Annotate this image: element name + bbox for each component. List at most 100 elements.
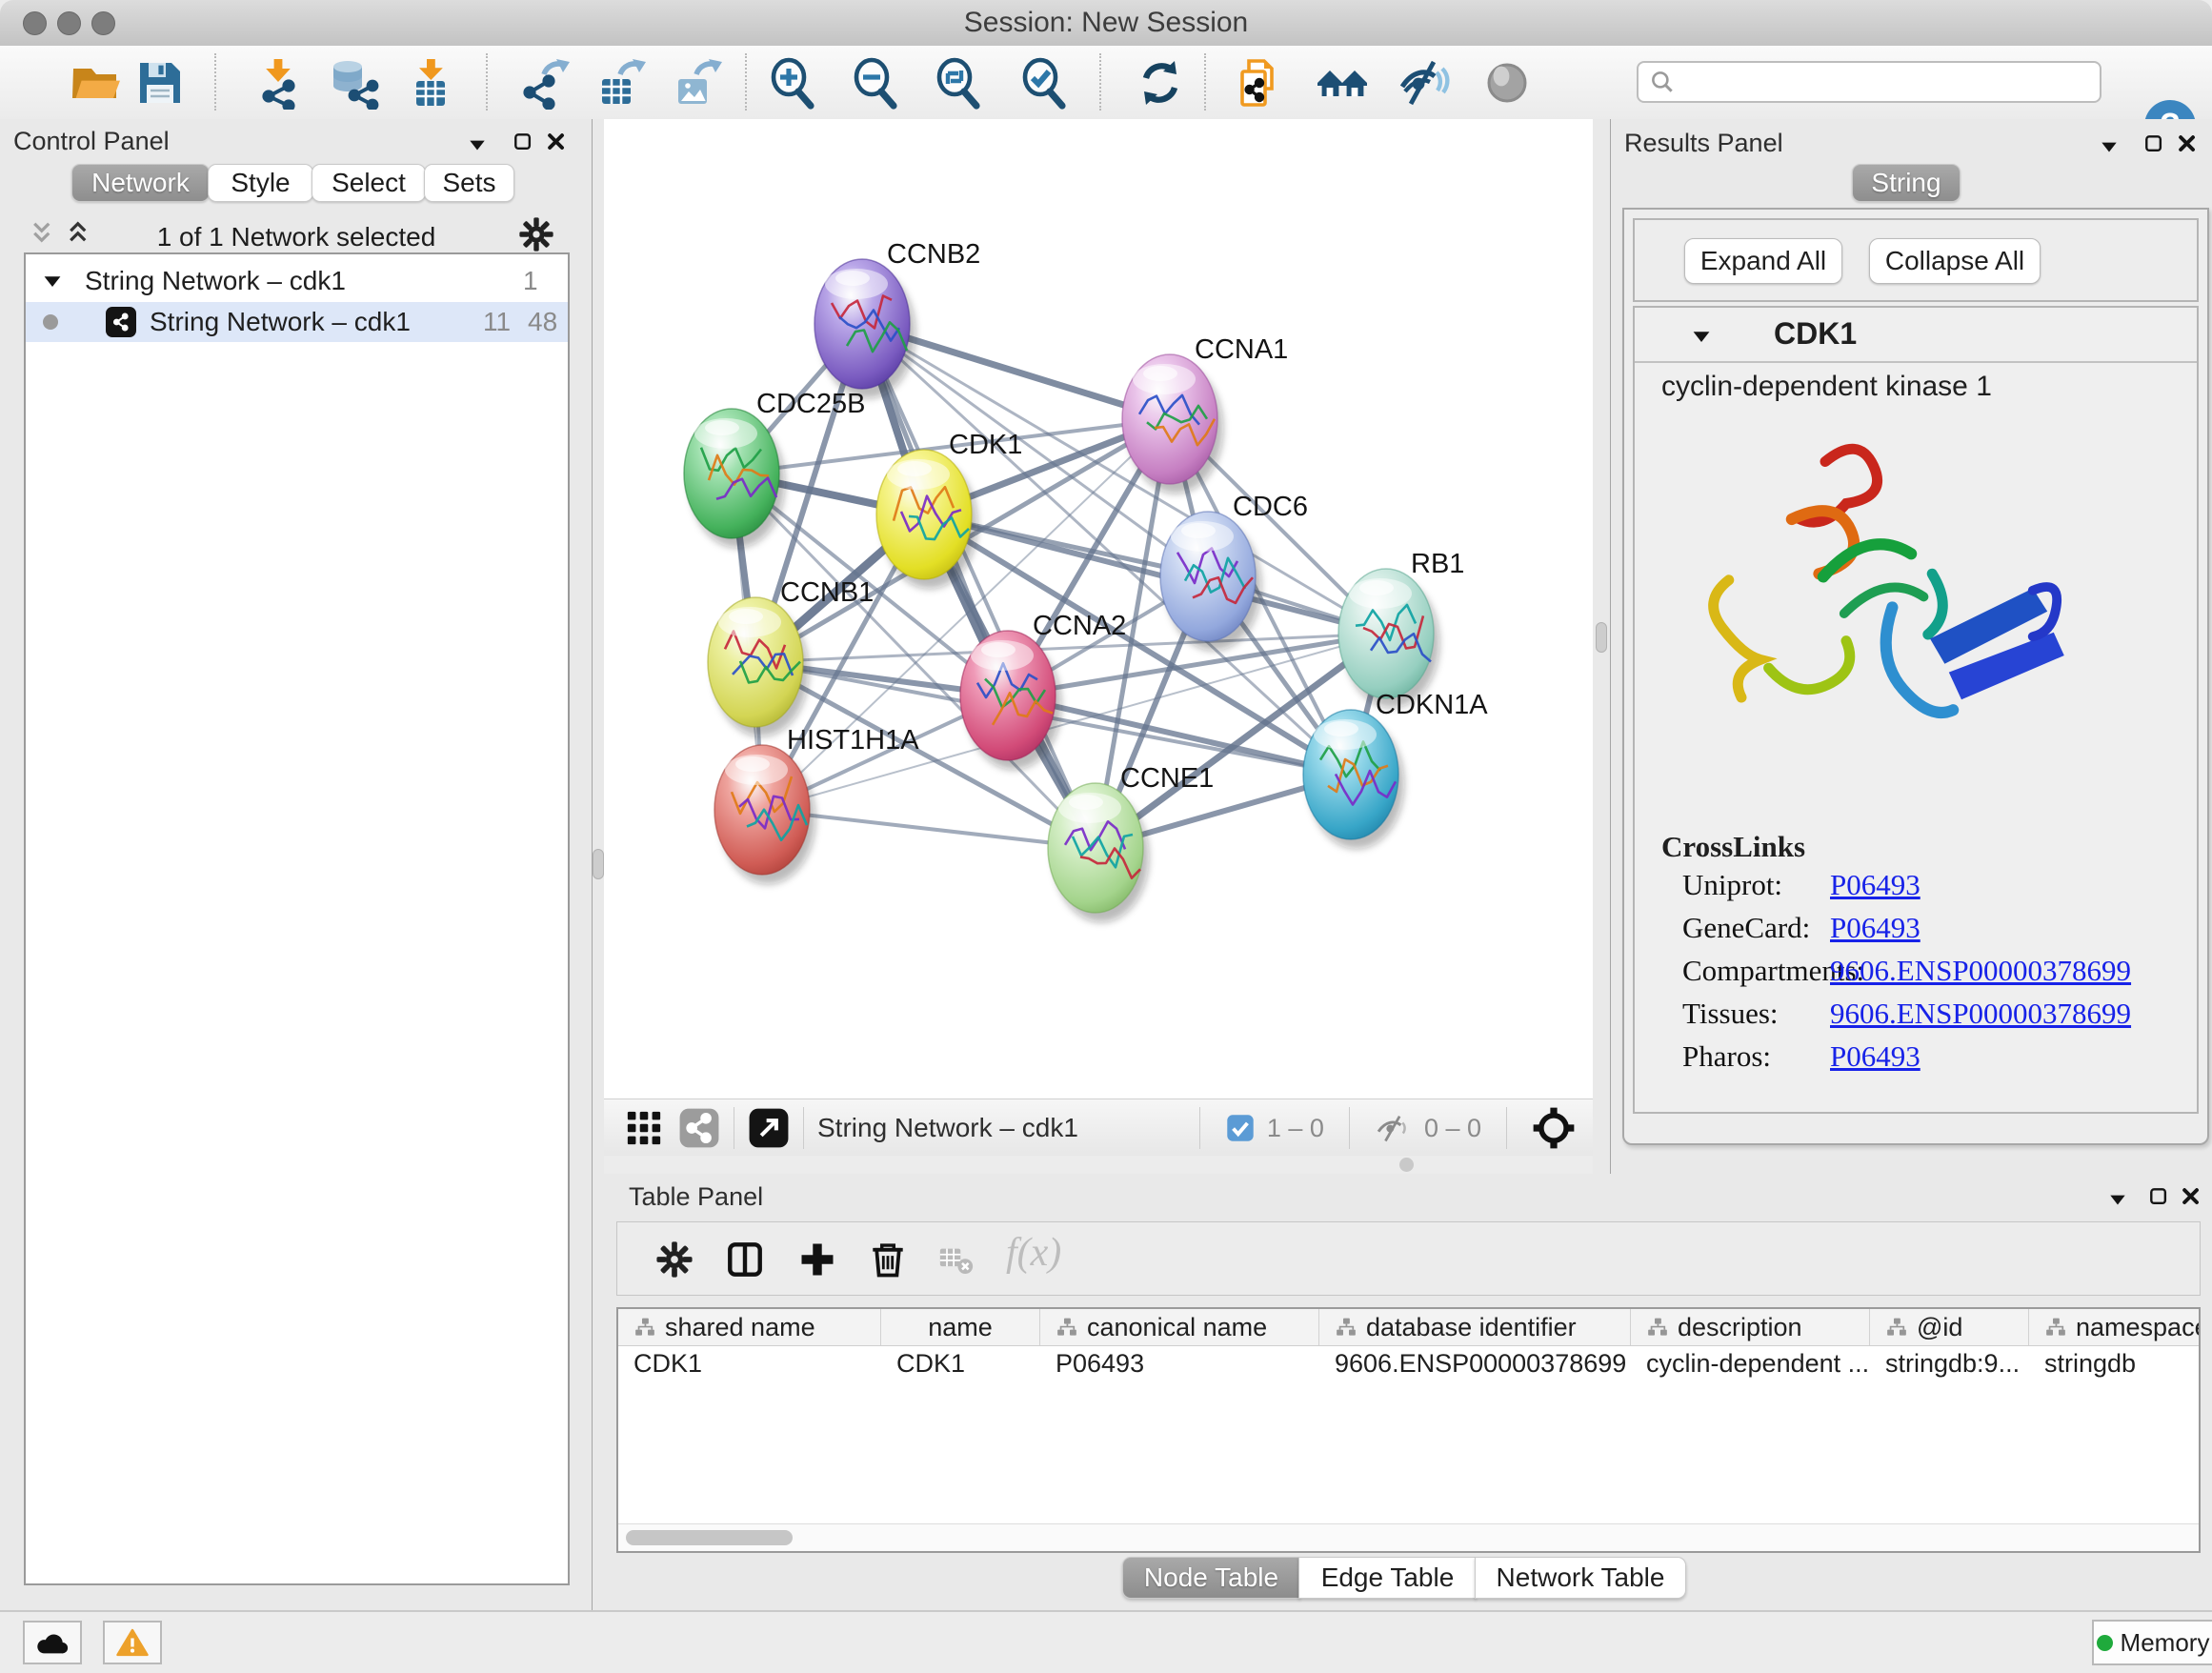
import-table-from-file-button[interactable] <box>404 56 457 110</box>
cloud-status-button[interactable] <box>23 1621 82 1664</box>
edge-CCNB2-CCNE1[interactable] <box>862 324 1096 848</box>
tab-select[interactable]: Select <box>312 164 426 202</box>
cell-shared-name[interactable]: CDK1 <box>618 1345 881 1381</box>
float-panel-icon[interactable] <box>512 131 534 153</box>
export-table-button[interactable] <box>594 56 648 110</box>
add-column-icon[interactable] <box>796 1239 838 1280</box>
grid-view-icon[interactable] <box>625 1109 663 1147</box>
network-canvas[interactable]: CCNB2CCNA1CDC25BCDK1CDC6RB1CCNB1CCNA2CDK… <box>604 119 1593 1099</box>
import-network-from-file-button[interactable] <box>251 56 305 110</box>
horizontal-scrollbar[interactable] <box>618 1523 2199 1551</box>
left-splitter-handle[interactable] <box>593 849 604 879</box>
search-input[interactable] <box>1677 67 2100 98</box>
function-builder-icon-disabled[interactable]: f(x) <box>1006 1230 1061 1276</box>
node-CDC6[interactable]: CDC6 <box>1160 492 1308 651</box>
warning-status-button[interactable] <box>103 1621 162 1664</box>
show-home-button[interactable] <box>1316 56 1369 110</box>
crosslink-uniprot-link[interactable]: P06493 <box>1830 868 1920 902</box>
show-columns-icon[interactable] <box>724 1239 766 1280</box>
open-in-window-icon[interactable] <box>748 1107 790 1149</box>
scrollbar-thumb[interactable] <box>626 1530 793 1545</box>
expand-all-button[interactable]: Expand All <box>1684 238 1842 284</box>
zoom-in-button[interactable] <box>767 56 820 110</box>
cell-description[interactable]: cyclin-dependent ... <box>1631 1345 1870 1381</box>
collection-expand-icon[interactable] <box>41 270 64 292</box>
delete-column-trash-icon[interactable] <box>867 1239 909 1280</box>
tab-sets[interactable]: Sets <box>424 164 514 202</box>
left-splitter[interactable] <box>593 119 604 1610</box>
node-CCNA1[interactable]: CCNA1 <box>1122 334 1288 494</box>
node-RB1[interactable]: RB1 <box>1338 549 1464 708</box>
column-header-namespace[interactable]: namespace <box>2029 1309 2201 1345</box>
collapse-panel-icon[interactable] <box>2107 1189 2128 1210</box>
hide-graphics-details-button[interactable] <box>1398 56 1451 110</box>
table-row[interactable]: CDK1 CDK1 P06493 9606.ENSP00000378699 cy… <box>618 1345 2201 1381</box>
node-label-HIST1H1A: HIST1H1A <box>787 725 919 756</box>
gene-section-header[interactable]: CDK1 <box>1635 308 2197 363</box>
save-session-button[interactable] <box>133 56 187 110</box>
crosslink-compartments-link[interactable]: 9606.ENSP00000378699 <box>1830 954 2131 988</box>
control-panel: Control Panel Network Style Select Sets … <box>0 119 593 1610</box>
export-network-button[interactable] <box>518 56 572 110</box>
level-of-detail-button[interactable] <box>1480 56 1534 110</box>
cell-name[interactable]: CDK1 <box>881 1345 1040 1381</box>
horizontal-splitter-handle[interactable] <box>1399 1158 1414 1172</box>
export-image-button[interactable] <box>671 56 724 110</box>
float-panel-icon[interactable] <box>2142 132 2165 155</box>
crosslink-genecard-link[interactable]: P06493 <box>1830 911 1920 945</box>
column-header-description[interactable]: description <box>1631 1309 1870 1345</box>
right-splitter[interactable] <box>1593 119 1610 1174</box>
cell-database-identifier[interactable]: 9606.ENSP00000378699 <box>1319 1345 1631 1381</box>
tab-network-table[interactable]: Network Table <box>1475 1557 1686 1599</box>
birdseye-share-icon[interactable] <box>678 1107 720 1149</box>
zoom-selected-button[interactable] <box>1018 56 1072 110</box>
zoom-out-button[interactable] <box>850 56 903 110</box>
network-options-gear-icon[interactable] <box>518 216 554 252</box>
column-header-id[interactable]: @id <box>1870 1309 2029 1345</box>
hidden-eye-slash-icon[interactable] <box>1375 1113 1413 1143</box>
collapse-all-button[interactable]: Collapse All <box>1869 238 2041 284</box>
new-network-from-file-button[interactable] <box>1233 56 1286 110</box>
horizontal-splitter[interactable] <box>604 1156 1593 1174</box>
expand-collapse-box: Expand All Collapse All <box>1633 218 2199 302</box>
pan-crosshair-icon[interactable] <box>1532 1106 1576 1150</box>
close-panel-icon[interactable] <box>2180 1185 2202 1208</box>
column-header-shared-name[interactable]: shared name <box>618 1309 881 1345</box>
crosslink-pharos-link[interactable]: P06493 <box>1830 1039 1920 1074</box>
zoom-fit-button[interactable] <box>933 56 986 110</box>
section-collapse-icon[interactable] <box>1690 325 1713 348</box>
collapse-panel-icon[interactable] <box>2099 136 2120 157</box>
import-network-from-database-button[interactable] <box>328 56 381 110</box>
column-header-database-identifier[interactable]: database identifier <box>1319 1309 1631 1345</box>
open-session-button[interactable] <box>69 56 122 110</box>
delete-table-icon-disabled[interactable] <box>937 1242 975 1277</box>
node-CDKN1A[interactable]: CDKN1A <box>1303 690 1488 849</box>
network-collection-row[interactable]: String Network – cdk1 1 <box>26 262 568 300</box>
cell-namespace[interactable]: stringdb <box>2029 1345 2201 1381</box>
tab-string[interactable]: String <box>1852 164 1961 202</box>
tab-node-table[interactable]: Node Table <box>1122 1557 1300 1599</box>
collapse-panel-icon[interactable] <box>467 134 488 155</box>
tab-edge-table[interactable]: Edge Table <box>1298 1557 1477 1599</box>
memory-button[interactable]: Memory <box>2092 1620 2212 1665</box>
node-CCNE1[interactable]: CCNE1 <box>1048 763 1214 922</box>
right-splitter-handle[interactable] <box>1596 622 1607 653</box>
crosslink-tissues-link[interactable]: 9606.ENSP00000378699 <box>1830 997 2131 1031</box>
node-HIST1H1A[interactable]: HIST1H1A <box>714 725 919 884</box>
cell-id[interactable]: stringdb:9... <box>1870 1345 2029 1381</box>
column-header-canonical-name[interactable]: canonical name <box>1040 1309 1319 1345</box>
cell-canonical-name[interactable]: P06493 <box>1040 1345 1319 1381</box>
table-settings-gear-icon[interactable] <box>655 1240 694 1279</box>
close-panel-icon[interactable] <box>545 131 568 153</box>
close-panel-icon[interactable] <box>2176 132 2199 155</box>
tab-style[interactable]: Style <box>208 164 313 202</box>
column-header-name[interactable]: name <box>881 1309 1040 1345</box>
houses-icon <box>1316 56 1369 110</box>
refresh-button[interactable] <box>1134 56 1187 110</box>
node-CCNB2[interactable]: CCNB2 <box>814 239 980 398</box>
node-CDC25B[interactable]: CDC25B <box>684 389 865 548</box>
selected-checkbox-icon[interactable] <box>1225 1113 1256 1143</box>
float-panel-icon[interactable] <box>2147 1185 2170 1208</box>
network-row-selected[interactable]: String Network – cdk1 11 48 <box>26 302 568 342</box>
tab-network[interactable]: Network <box>71 164 210 202</box>
